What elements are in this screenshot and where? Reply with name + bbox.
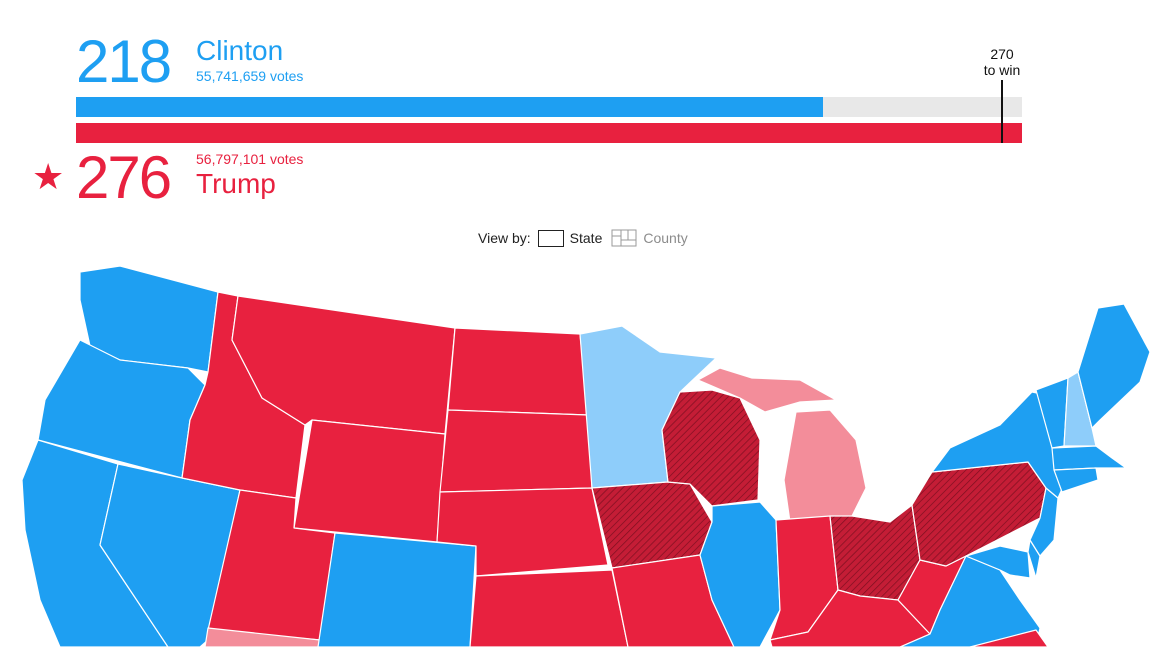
democrat-progress-fill [76,97,824,117]
republican-progress-bar [76,123,1022,143]
state-connecticut-ri[interactable] [1053,467,1099,493]
democrat-electoral-count: 218 [76,28,172,95]
republican-electoral-count: 276 [76,144,172,211]
republican-popular-votes: 56,797,101 votes [196,151,304,167]
state-wyoming[interactable] [293,419,446,543]
threshold-label: 270 to win [968,46,1036,78]
state-north-dakota[interactable] [447,327,589,416]
republican-candidate-name: Trump [196,168,276,199]
threshold-number: 270 [990,46,1014,62]
state-michigan-lower[interactable] [783,409,867,523]
view-option-state[interactable]: State [537,229,603,247]
view-option-state-label: State [569,230,603,246]
state-colorado[interactable] [317,532,477,647]
view-option-county-label: County [643,230,688,246]
winner-star-icon: ★ [32,157,65,198]
state-iowa[interactable] [591,481,713,569]
state-kansas[interactable] [469,569,629,647]
state-maine[interactable] [1077,303,1151,429]
state-massachusetts[interactable] [1051,445,1127,471]
county-grid-icon [611,229,637,247]
democrat-popular-votes: 55,741,659 votes [196,68,304,84]
democrat-candidate-name: Clinton [196,35,284,66]
view-by-toggle: View by: State County [478,228,697,248]
us-election-map [21,265,1151,647]
state-south-dakota[interactable] [439,409,593,493]
threshold-text: to win [983,62,1021,78]
view-option-county[interactable]: County [611,229,688,247]
threshold-line [1001,80,1003,143]
state-outline-icon [537,229,564,247]
view-by-label: View by: [478,230,531,246]
republican-progress-fill [76,123,1022,143]
democrat-progress-bar [76,97,1022,117]
state-pennsylvania[interactable] [911,461,1047,567]
